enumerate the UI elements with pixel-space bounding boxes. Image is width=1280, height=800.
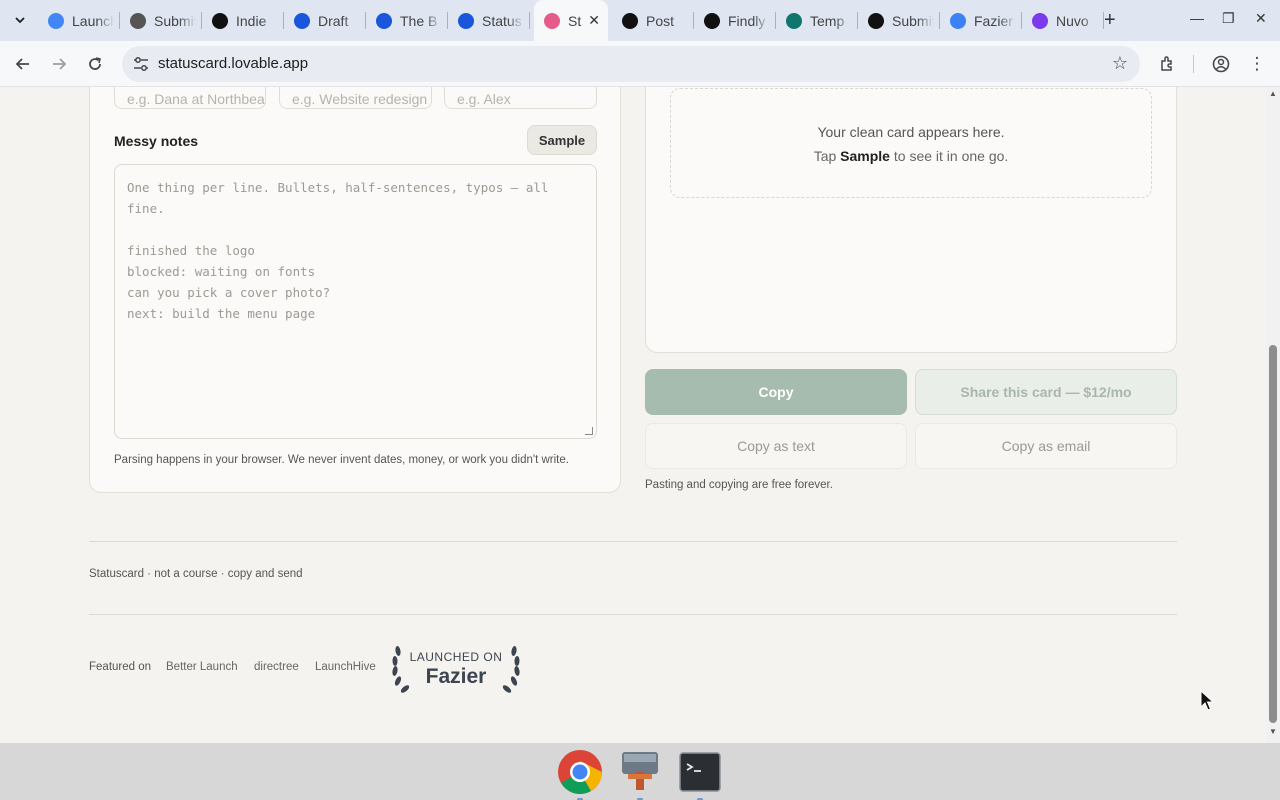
tab-title: Launch [72, 12, 114, 29]
forward-icon[interactable] [48, 53, 70, 75]
browser-tab[interactable]: Submit [120, 0, 202, 41]
site-info-icon[interactable] [132, 55, 150, 73]
menu-kebab-icon[interactable]: ⋮ [1246, 53, 1268, 75]
globe-icon [130, 12, 146, 29]
copy-as-text-button[interactable]: Copy as text [645, 423, 907, 469]
lovable-icon [544, 12, 560, 29]
close-window-icon[interactable]: ✕ [1255, 10, 1267, 27]
profile-icon[interactable] [1210, 53, 1232, 75]
ih-icon [212, 12, 228, 29]
share-card-button[interactable]: Share this card — $12/mo [915, 369, 1177, 415]
tab-strip: Launch Submit Indie Draft The B Status St ✕ Post… [0, 0, 1280, 41]
new-tab-button[interactable]: + [1104, 9, 1116, 31]
browser-tab[interactable]: Launch [38, 0, 120, 41]
tab-close-icon[interactable]: ✕ [588, 12, 600, 29]
diamond-icon [458, 12, 474, 29]
client-name-input[interactable]: e.g. Dana at Northbeam [114, 87, 266, 109]
address-bar[interactable]: statuscard.lovable.app ☆ [122, 46, 1140, 82]
browser-tab[interactable]: Indie [202, 0, 284, 41]
tab-search-chevron-icon[interactable] [8, 8, 32, 32]
google-icon [48, 12, 64, 29]
scroll-down-icon[interactable]: ▼ [1269, 727, 1277, 736]
tab-list: Launch Submit Indie Draft The B Status St ✕ Post… [38, 0, 1104, 41]
browser-tab[interactable]: Draft [284, 0, 366, 41]
tab-title: The B [400, 12, 438, 29]
browser-tab[interactable]: St ✕ [534, 0, 608, 41]
browser-tab[interactable]: The B [366, 0, 448, 41]
tab-title: Findly [728, 12, 766, 29]
minimize-icon[interactable]: — [1190, 10, 1204, 26]
page-scrollbar[interactable]: ▲ ▼ [1266, 87, 1280, 743]
os-taskbar [0, 743, 1280, 800]
notes-form-card: e.g. Dana at Northbeam e.g. Website rede… [89, 87, 621, 493]
browser-tab[interactable]: Status [448, 0, 530, 41]
browser-tab[interactable]: Fazier [940, 0, 1022, 41]
better-launch-link[interactable]: Better Launch [166, 661, 238, 673]
page-viewport: e.g. Dana at Northbeam e.g. Website rede… [0, 87, 1266, 743]
tab-title: Post [646, 12, 675, 29]
sample-button[interactable]: Sample [527, 125, 597, 155]
privacy-note: Parsing happens in your browser. We neve… [114, 454, 569, 466]
browser-tab[interactable]: Submit [858, 0, 940, 41]
browser-tab[interactable]: Nuvo [1022, 0, 1104, 41]
reload-icon[interactable] [84, 53, 106, 75]
app-window-icon[interactable] [617, 749, 663, 800]
scroll-up-icon[interactable]: ▲ [1269, 89, 1277, 98]
tab-title: Submit [154, 12, 196, 29]
placeholder-line-1: Your clean card appears here. [817, 124, 1005, 140]
placeholder-line-2: Tap Sample to see it in one go. [813, 148, 1009, 164]
back-icon[interactable] [12, 53, 34, 75]
free-forever-note: Pasting and copying are free forever. [645, 479, 833, 491]
tab-title: Fazier [974, 12, 1013, 29]
badge-top-text: LAUNCHED ON [409, 650, 503, 664]
scroll-thumb[interactable] [1269, 345, 1277, 723]
copy-as-email-button[interactable]: Copy as email [915, 423, 1177, 469]
messy-notes-label: Messy notes [114, 133, 199, 149]
tab-title: Nuvo [1056, 12, 1089, 29]
card-placeholder: Your clean card appears here. Tap Sample… [670, 88, 1152, 198]
tab-title: Temp [810, 12, 845, 29]
tab-title: Draft [318, 12, 349, 29]
copy-button[interactable]: Copy [645, 369, 907, 415]
tab-title: Indie [236, 12, 267, 29]
browser-tab[interactable]: Findly [694, 0, 776, 41]
round-logo-icon [786, 12, 802, 29]
mouse-cursor-icon [1200, 690, 1214, 711]
bookmark-star-icon[interactable]: ☆ [1112, 53, 1128, 74]
fazier-icon [950, 12, 966, 29]
preview-card: Your clean card appears here. Tap Sample… [645, 87, 1177, 353]
sender-name-input[interactable]: e.g. Alex [444, 87, 597, 109]
square-logo-icon [622, 12, 638, 29]
featured-on-label: Featured on [89, 661, 152, 673]
footer-divider [89, 614, 1177, 615]
diamond-icon [376, 12, 392, 29]
ft-icon [868, 12, 884, 29]
fazier-badge[interactable]: LAUNCHED ON Fazier [390, 637, 522, 695]
heart-icon [1032, 12, 1048, 29]
ft-icon [704, 12, 720, 29]
tab-title: St [568, 12, 582, 29]
launchhive-link[interactable]: LaunchHive [315, 661, 376, 673]
footer-tagline: Statuscard · not a course · copy and sen… [89, 568, 303, 580]
chrome-icon[interactable] [557, 749, 603, 800]
restore-icon[interactable]: ❐ [1222, 10, 1235, 27]
tab-title: Status [482, 12, 522, 29]
directree-link[interactable]: directree [254, 661, 299, 673]
extensions-icon[interactable] [1157, 53, 1179, 75]
terminal-icon[interactable] [677, 749, 723, 800]
circle-logo-icon [294, 12, 310, 29]
browser-toolbar: statuscard.lovable.app ☆ ⋮ [0, 41, 1280, 87]
browser-tab[interactable]: Temp [776, 0, 858, 41]
resize-grip-icon[interactable] [585, 427, 593, 435]
notes-textarea[interactable]: One thing per line. Bullets, half-senten… [114, 164, 597, 439]
browser-tab[interactable]: Post [612, 0, 694, 41]
badge-name-text: Fazier [425, 665, 487, 688]
notes-placeholder: One thing per line. Bullets, half-senten… [127, 180, 549, 321]
url-text: statuscard.lovable.app [158, 55, 309, 72]
footer-divider [89, 541, 1177, 542]
tab-title: Submit [892, 12, 934, 29]
project-name-input[interactable]: e.g. Website redesign [279, 87, 432, 109]
